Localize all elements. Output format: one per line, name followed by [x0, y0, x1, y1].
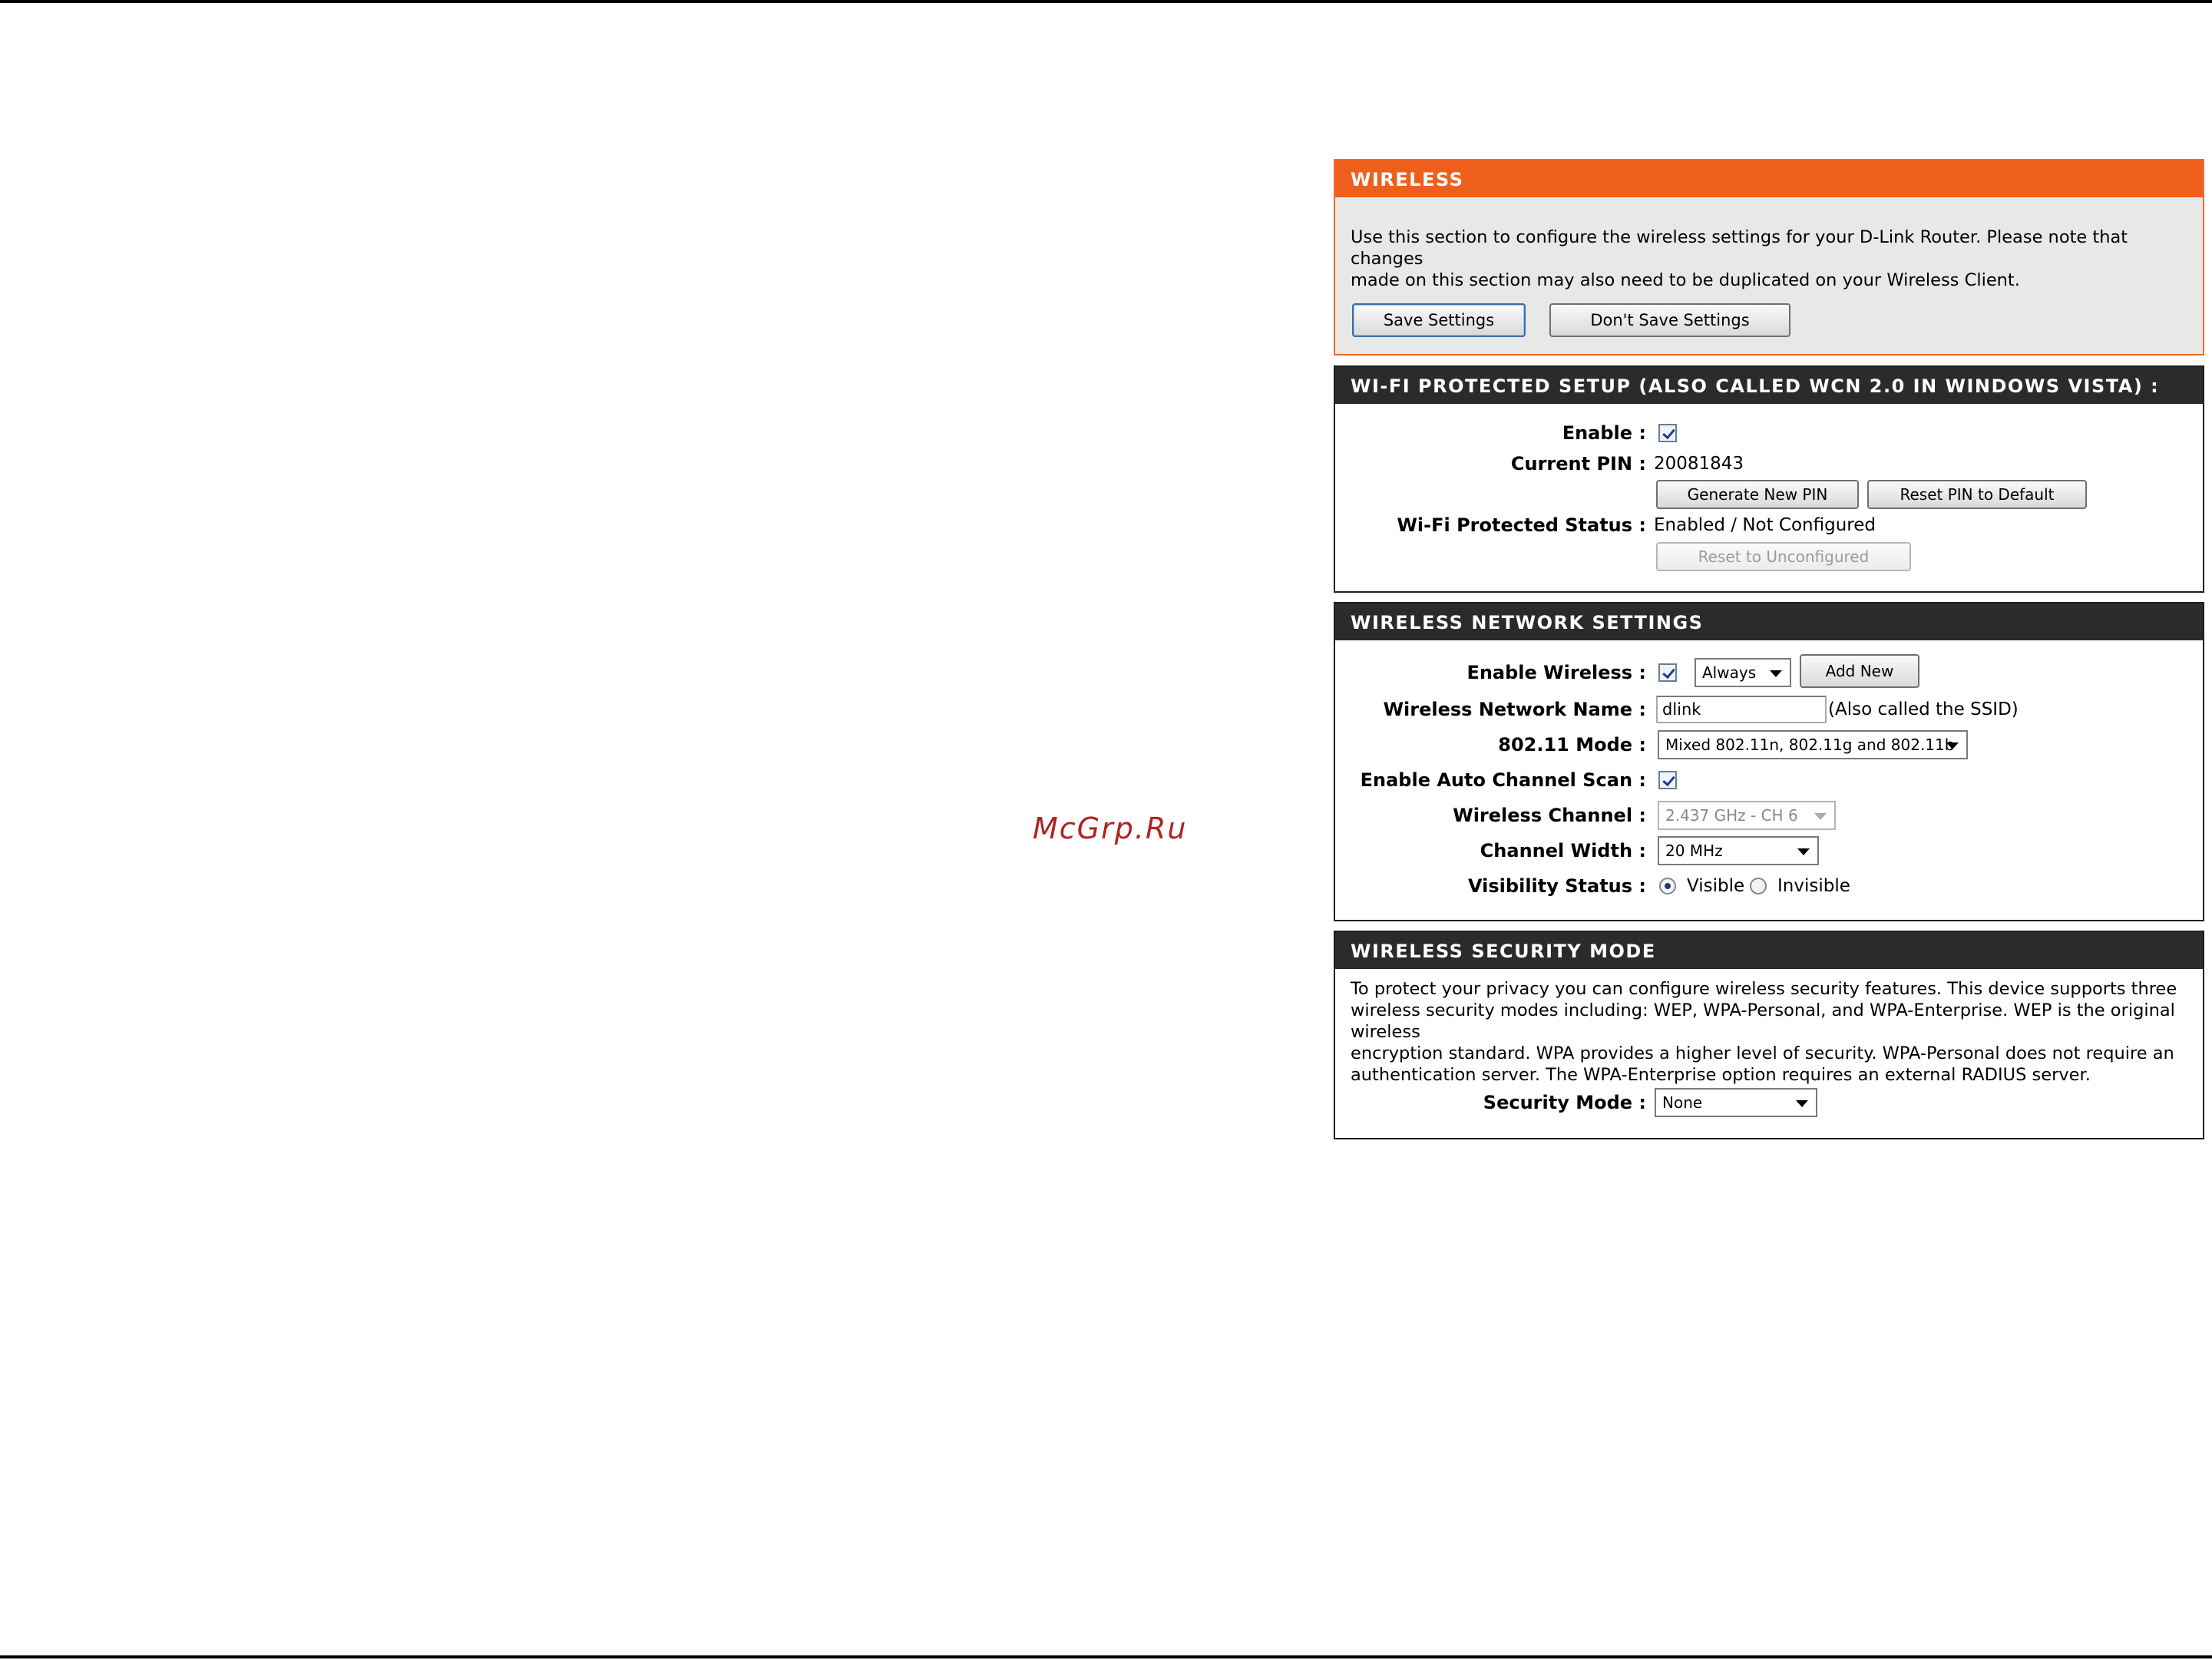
- channel-label: Wireless Channel :: [1453, 805, 1646, 826]
- mode-row: 802.11 Mode : Mixed 802.11n, 802.11g and…: [1335, 730, 2203, 759]
- wireless-panel: WIRELESS Use this section to configure t…: [1334, 159, 2204, 355]
- chevron-down-icon: [1797, 848, 1810, 855]
- width-label: Channel Width :: [1480, 840, 1646, 861]
- wps-panel: WI-FI PROTECTED SETUP (ALSO CALLED WCN 2…: [1334, 365, 2204, 593]
- chevron-down-icon: [1946, 742, 1959, 749]
- wps-status-row: Wi-Fi Protected Status : Enabled / Not C…: [1335, 511, 2203, 539]
- save-settings-button[interactable]: Save Settings: [1352, 303, 1526, 337]
- security-mode-select[interactable]: None: [1655, 1088, 1817, 1117]
- visible-radio[interactable]: [1659, 878, 1676, 894]
- top-rule: [0, 0, 2212, 3]
- chevron-down-icon: [1796, 1100, 1808, 1107]
- security-description: To protect your privacy you can configur…: [1351, 979, 2177, 1085]
- wireless-panel-title: WIRELESS: [1335, 160, 2203, 197]
- width-select[interactable]: 20 MHz: [1658, 836, 1819, 865]
- mode-select[interactable]: Mixed 802.11n, 802.11g and 802.11b: [1658, 730, 1968, 759]
- wps-enable-label: Enable :: [1562, 422, 1646, 444]
- ssid-label: Wireless Network Name :: [1383, 699, 1646, 720]
- security-panel-title: WIRELESS SECURITY MODE: [1335, 932, 2203, 969]
- wps-enable-checkbox[interactable]: [1658, 424, 1677, 442]
- invisible-radio[interactable]: [1750, 878, 1767, 894]
- visible-label: Visible: [1687, 876, 1745, 896]
- wps-pin-row: Current PIN : 20081843: [1335, 450, 2203, 478]
- wps-pin-label: Current PIN :: [1510, 453, 1646, 475]
- wps-panel-title: WI-FI PROTECTED SETUP (ALSO CALLED WCN 2…: [1335, 367, 2203, 404]
- dont-save-settings-button[interactable]: Don't Save Settings: [1549, 303, 1790, 337]
- width-select-value: 20 MHz: [1665, 842, 1723, 860]
- enable-wireless-label: Enable Wireless :: [1466, 662, 1646, 683]
- ssid-input[interactable]: dlink: [1656, 696, 1827, 723]
- schedule-select[interactable]: Always: [1695, 658, 1791, 687]
- network-panel-title: WIRELESS NETWORK SETTINGS: [1335, 603, 2203, 640]
- ssid-note: (Also called the SSID): [1828, 699, 2019, 719]
- reset-to-unconfigured-button[interactable]: Reset to Unconfigured: [1656, 542, 1911, 571]
- auto-channel-row: Enable Auto Channel Scan :: [1335, 766, 2203, 794]
- invisible-label: Invisible: [1777, 876, 1850, 896]
- chevron-down-icon: [1770, 670, 1782, 677]
- wps-status-label: Wi-Fi Protected Status :: [1397, 514, 1646, 536]
- auto-channel-label: Enable Auto Channel Scan :: [1360, 769, 1646, 791]
- enable-wireless-checkbox[interactable]: [1658, 663, 1677, 682]
- channel-select[interactable]: 2.437 GHz - CH 6: [1658, 801, 1836, 830]
- add-new-button[interactable]: Add New: [1800, 654, 1919, 688]
- channel-row: Wireless Channel : 2.437 GHz - CH 6: [1335, 801, 2203, 830]
- security-mode-row: Security Mode : None: [1335, 1088, 2203, 1117]
- width-row: Channel Width : 20 MHz: [1335, 836, 2203, 865]
- enable-wireless-row: Enable Wireless : Always Add New: [1335, 654, 2203, 688]
- chevron-down-icon: [1814, 813, 1827, 820]
- ssid-row: Wireless Network Name : dlink (Also call…: [1335, 696, 2203, 723]
- security-panel: WIRELESS SECURITY MODE To protect your p…: [1334, 931, 2204, 1139]
- bottom-rule: [0, 1655, 2212, 1658]
- auto-channel-checkbox[interactable]: [1658, 771, 1677, 789]
- visibility-label: Visibility Status :: [1468, 875, 1646, 897]
- security-mode-value: None: [1662, 1093, 1703, 1112]
- watermark: McGrp.Ru: [1033, 812, 1188, 845]
- generate-new-pin-button[interactable]: Generate New PIN: [1656, 480, 1859, 509]
- wps-status-value: Enabled / Not Configured: [1654, 515, 1876, 535]
- wireless-description: Use this section to configure the wirele…: [1351, 227, 2128, 290]
- security-mode-label: Security Mode :: [1483, 1092, 1646, 1113]
- schedule-select-value: Always: [1702, 663, 1757, 682]
- network-panel: WIRELESS NETWORK SETTINGS Enable Wireles…: [1334, 602, 2204, 921]
- visibility-row: Visibility Status : Visible Invisible: [1335, 872, 2203, 900]
- channel-select-value: 2.437 GHz - CH 6: [1665, 806, 1798, 825]
- wps-enable-row: Enable :: [1335, 419, 2203, 447]
- reset-pin-default-button[interactable]: Reset PIN to Default: [1867, 480, 2087, 509]
- wps-pin-value: 20081843: [1654, 454, 1744, 474]
- mode-select-value: Mixed 802.11n, 802.11g and 802.11b: [1665, 736, 1955, 754]
- mode-label: 802.11 Mode :: [1498, 734, 1646, 756]
